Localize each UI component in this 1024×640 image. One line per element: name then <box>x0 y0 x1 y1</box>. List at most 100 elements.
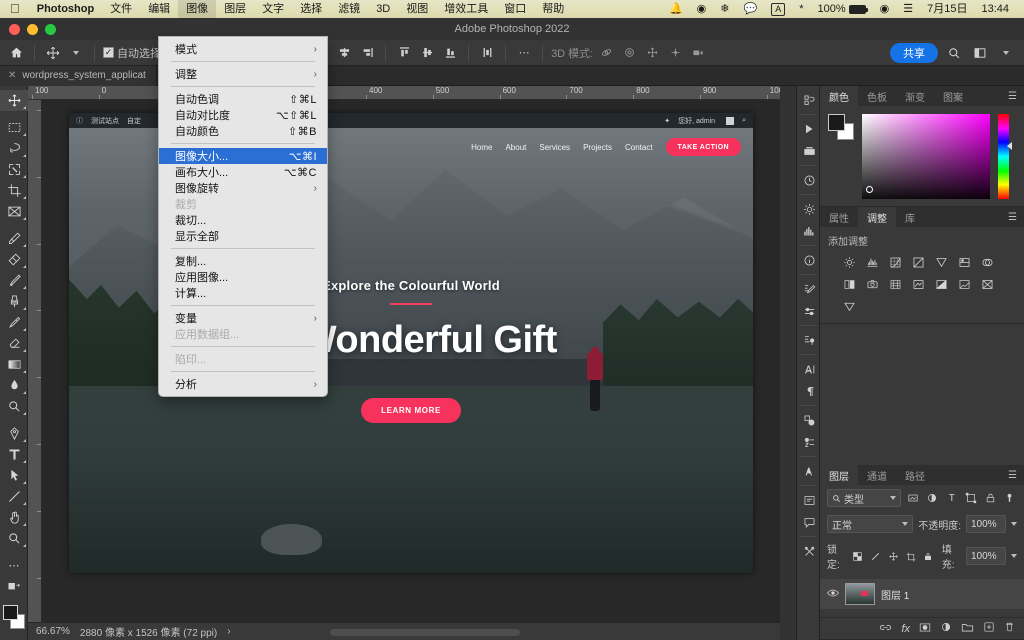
zoom-level[interactable]: 66.67% <box>36 626 70 637</box>
bluetooth-icon[interactable]: * <box>792 0 810 18</box>
roll-3d-icon[interactable] <box>619 43 639 63</box>
align-center-v-icon[interactable] <box>417 43 437 63</box>
menu-item-自动色调[interactable]: 自动色调 ⇧⌘L <box>159 91 327 107</box>
quick-selection-tool[interactable] <box>0 159 28 180</box>
menu-item-裁切[interactable]: 裁切... <box>159 212 327 228</box>
history-icon[interactable] <box>797 169 821 191</box>
menu-item-计算[interactable]: 计算... <box>159 285 327 301</box>
camera-3d-icon[interactable] <box>688 43 708 63</box>
menu-select[interactable]: 选择 <box>292 0 330 18</box>
glyphs-icon[interactable] <box>797 460 821 482</box>
lock-transparent-icon[interactable] <box>851 549 864 564</box>
home-icon[interactable] <box>6 43 26 63</box>
menubar-date[interactable]: 7月15日 <box>920 0 974 18</box>
align-right-icon[interactable] <box>357 43 377 63</box>
brush-settings-icon[interactable] <box>797 278 821 300</box>
opacity-input[interactable]: 100% <box>966 515 1006 533</box>
line-tool[interactable] <box>0 486 28 507</box>
tab-gradients[interactable]: 渐变 <box>896 86 934 106</box>
gradient-tool[interactable] <box>0 354 28 375</box>
histogram-icon[interactable] <box>797 220 821 242</box>
new-layer-icon[interactable] <box>983 621 995 636</box>
play-icon[interactable] <box>797 118 821 140</box>
blur-tool[interactable] <box>0 375 28 396</box>
customize-label[interactable]: 自定 <box>127 116 141 126</box>
canvas-area[interactable]: ⓘ 测试站点 自定 ✦ 您好, admin ⌕ Home About Servi… <box>42 100 780 640</box>
clone-stamp-tool[interactable] <box>0 291 28 312</box>
tab-paths[interactable]: 路径 <box>896 465 934 485</box>
chevron-down-icon[interactable] <box>996 43 1016 63</box>
bell-icon[interactable]: 🔔 <box>662 0 690 18</box>
menu-item-应用图像[interactable]: 应用图像... <box>159 269 327 285</box>
learn-more-button[interactable]: LEARN MORE <box>361 398 461 423</box>
layer-style-icon[interactable]: fx <box>901 623 910 635</box>
tab-color[interactable]: 颜色 <box>820 86 858 106</box>
lasso-tool[interactable] <box>0 138 28 159</box>
tab-properties[interactable]: 属性 <box>820 207 858 227</box>
lock-artboard-icon[interactable] <box>904 549 917 564</box>
curves-icon[interactable] <box>888 255 902 269</box>
layer-comps-icon[interactable] <box>797 329 821 351</box>
filter-toggle-icon[interactable] <box>1003 491 1017 506</box>
share-button[interactable]: 共享 <box>890 42 938 63</box>
layer-mask-icon[interactable] <box>919 622 931 636</box>
tab-layers[interactable]: 图层 <box>820 465 858 485</box>
close-icon[interactable]: ✕ <box>8 70 16 81</box>
battery-status[interactable]: 100% <box>810 0 872 18</box>
posterize-icon[interactable] <box>957 277 971 291</box>
layer-filter-dropdown[interactable]: 类型 <box>827 489 901 507</box>
note-icon[interactable]: ◉ <box>690 0 714 18</box>
exposure-icon[interactable] <box>911 255 925 269</box>
notes-icon[interactable] <box>797 489 821 511</box>
menu-type[interactable]: 文字 <box>254 0 292 18</box>
character-styles-icon[interactable] <box>797 431 821 453</box>
wordpress-icon[interactable]: ⓘ <box>76 116 83 126</box>
search-icon[interactable]: ⌕ <box>742 117 746 125</box>
pan-3d-icon[interactable] <box>642 43 662 63</box>
brightness-contrast-icon[interactable] <box>842 255 856 269</box>
panel-menu-icon[interactable]: ☰ <box>1008 207 1024 227</box>
menu-help[interactable]: 帮助 <box>534 0 572 18</box>
color-swatches[interactable] <box>0 603 28 633</box>
new-adjustment-icon[interactable] <box>940 621 952 636</box>
slide-3d-icon[interactable] <box>665 43 685 63</box>
menu-app-name[interactable]: Photoshop <box>29 0 102 18</box>
menubar-time[interactable]: 13:44 <box>974 0 1016 18</box>
eraser-tool[interactable] <box>0 333 28 354</box>
distribute-v-icon[interactable] <box>477 43 497 63</box>
color-picker-body[interactable] <box>820 106 1024 206</box>
marquee-tool[interactable] <box>0 117 28 138</box>
menu-item-复制[interactable]: 复制... <box>159 253 327 269</box>
chevron-down-icon[interactable] <box>1011 522 1017 526</box>
libraries-icon[interactable] <box>797 140 821 162</box>
delete-layer-icon[interactable] <box>1004 621 1015 636</box>
apple-icon[interactable]:  <box>0 0 29 18</box>
lock-all-icon[interactable] <box>922 549 935 564</box>
tab-patterns[interactable]: 图案 <box>934 86 972 106</box>
menu-item-图像旋转[interactable]: 图像旋转 › <box>159 180 327 196</box>
info-icon[interactable] <box>797 249 821 271</box>
path-selection-tool[interactable] <box>0 465 28 486</box>
wifi-icon[interactable]: ◉ <box>873 0 897 18</box>
horizontal-scrollbar[interactable] <box>330 629 520 636</box>
adjustment-filter-icon[interactable] <box>925 491 939 506</box>
foreground-color-chip[interactable] <box>828 114 845 131</box>
auto-select-checkbox[interactable]: ✓ <box>103 47 114 58</box>
shape-filter-icon[interactable] <box>964 491 978 506</box>
color-lookup-icon[interactable] <box>911 277 925 291</box>
zoom-tool[interactable] <box>0 528 28 549</box>
menu-item-模式[interactable]: 模式 › <box>159 41 327 57</box>
color-field[interactable] <box>862 114 990 199</box>
hue-slider[interactable] <box>998 114 1012 199</box>
shapes-icon[interactable] <box>797 409 821 431</box>
frame-tool[interactable] <box>0 201 28 222</box>
menu-view[interactable]: 视图 <box>398 0 436 18</box>
tab-channels[interactable]: 通道 <box>858 465 896 485</box>
align-bottom-icon[interactable] <box>440 43 460 63</box>
workspace-icon[interactable] <box>970 43 990 63</box>
menu-layer[interactable]: 图层 <box>216 0 254 18</box>
lock-image-icon[interactable] <box>869 549 882 564</box>
fan-icon[interactable]: ❄ <box>713 0 736 18</box>
threshold-icon[interactable] <box>980 277 994 291</box>
actions-icon[interactable] <box>797 540 821 562</box>
